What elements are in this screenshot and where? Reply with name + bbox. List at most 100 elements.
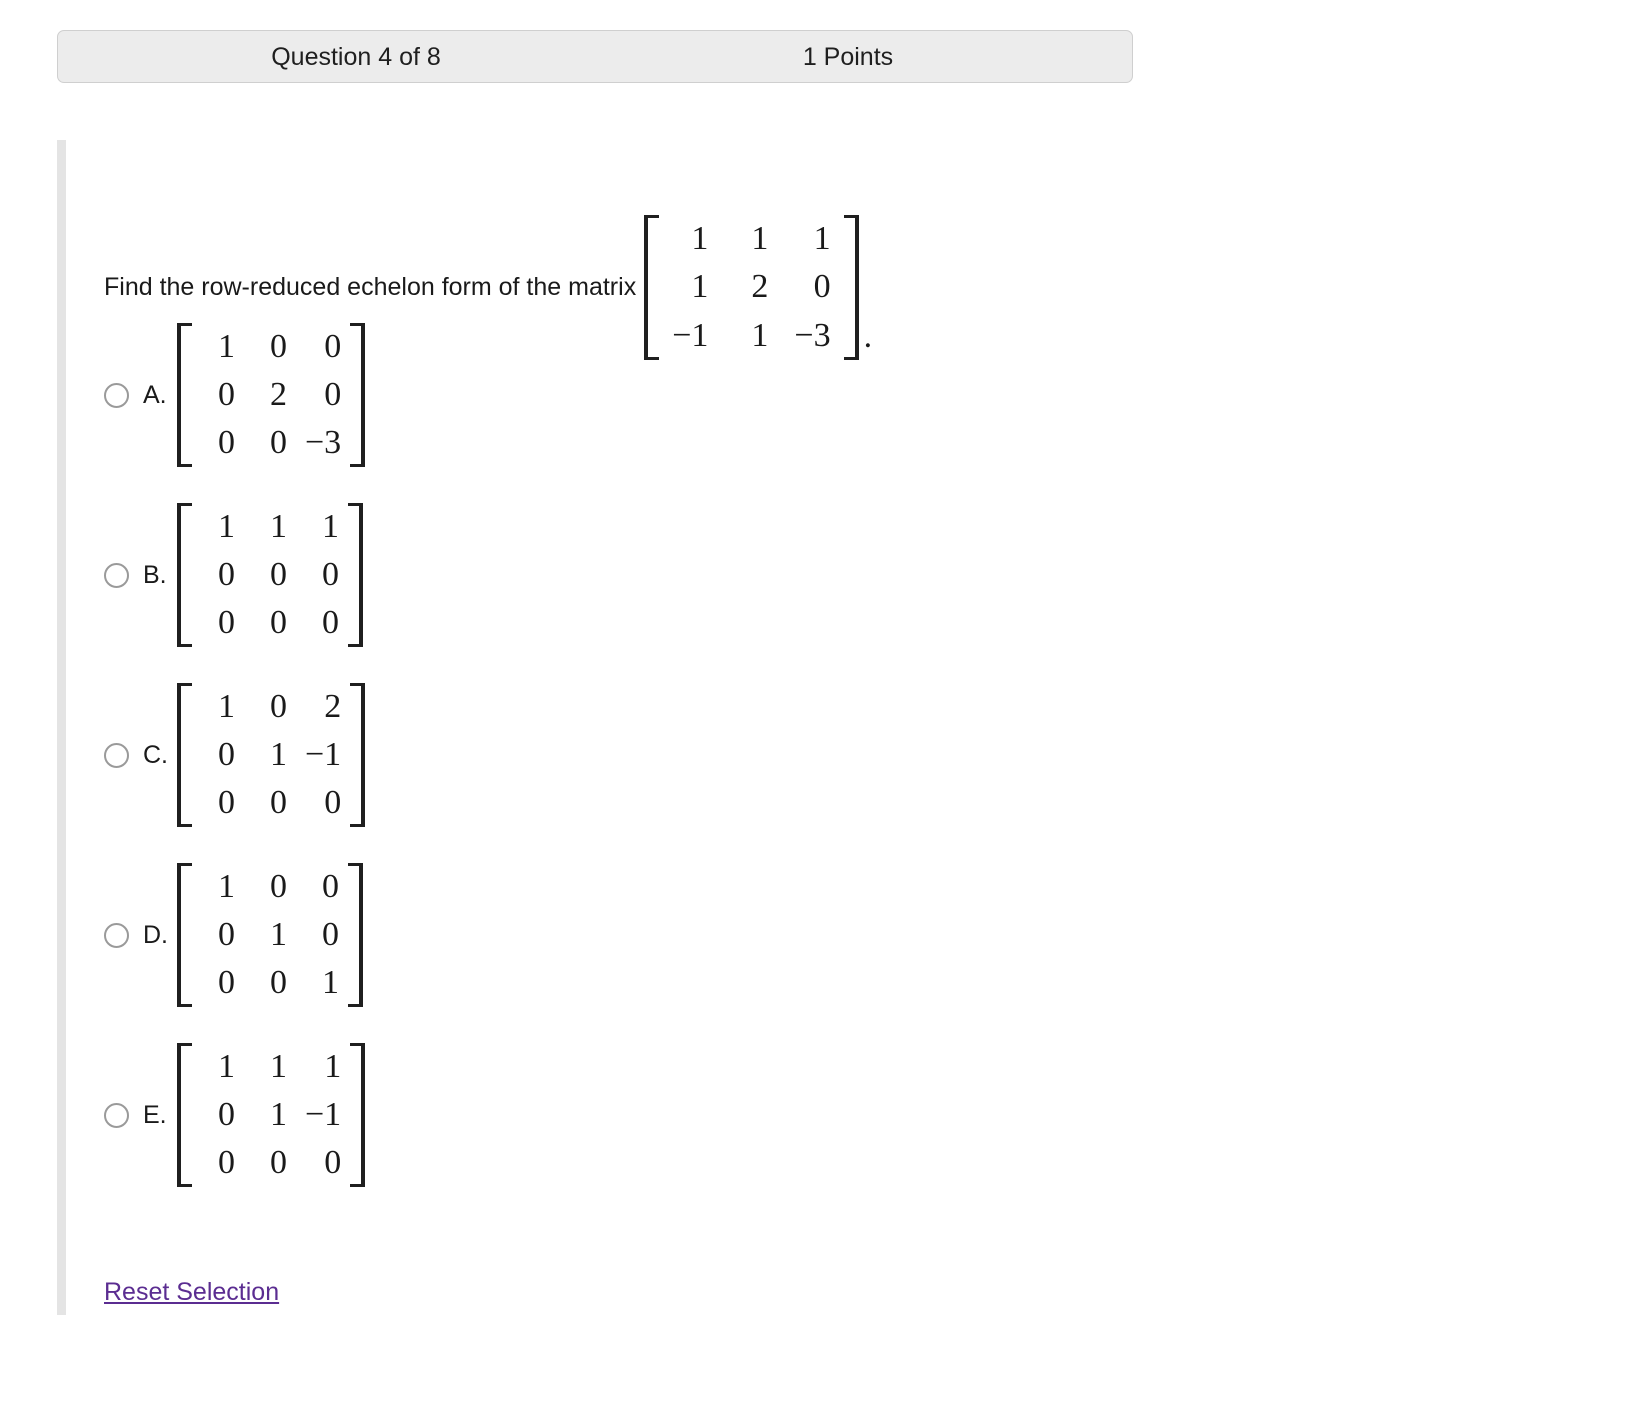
matrix-cell: 0: [270, 964, 287, 1002]
matrix-cell: 1: [691, 220, 709, 257]
matrix-row: 0 2 0: [192, 371, 350, 419]
matrix-cell: 1: [218, 687, 235, 725]
matrix-row: 1 0 0: [192, 863, 348, 911]
matrix-cell: 1: [324, 1047, 342, 1085]
question-header-bar: Question 4 of 8 1 Points: [57, 30, 1133, 83]
matrix-cell: −3: [305, 424, 342, 462]
matrix-cell: 0: [218, 964, 235, 1002]
matrix-cell: 0: [270, 604, 287, 642]
matrix-cell: 0: [322, 604, 339, 642]
option-matrix-b: 1 1 1 0 0 0 0 0 0: [177, 502, 363, 648]
matrix-bracket-left-icon: [177, 1042, 192, 1188]
matrix-bracket-right-icon: [350, 1042, 366, 1188]
matrix-cell: 0: [218, 1144, 235, 1182]
matrix-cell: 0: [218, 915, 235, 953]
matrix-cell: 0: [218, 1095, 235, 1133]
option-matrix-d: 1 0 0 0 1 0 0 0 1: [177, 862, 363, 1008]
matrix-row: 1 1 1: [659, 215, 843, 263]
matrix-cell: −1: [305, 1095, 342, 1133]
matrix-row: 0 0 0: [192, 779, 350, 827]
matrix-row: 1 0 0: [192, 323, 350, 371]
matrix-cell: 0: [324, 1144, 342, 1182]
matrix-cell: 1: [218, 507, 235, 545]
matrix-bracket-right-icon: [350, 322, 366, 468]
question-stem-text: Find the row-reduced echelon form of the…: [104, 273, 637, 302]
answer-option-b[interactable]: B. 1 1 1 0 0 0 0 0 0: [104, 485, 804, 665]
matrix-body: 1 1 1 0 0 0 0 0 0: [192, 503, 348, 648]
matrix-cell: 0: [218, 784, 235, 822]
radio-button-e[interactable]: [104, 1102, 129, 1128]
option-letter-b: B.: [143, 560, 167, 589]
radio-button-b[interactable]: [104, 562, 129, 588]
answer-option-c[interactable]: C. 1 0 2 0 1 −1 0 0 0: [104, 665, 804, 845]
radio-button-d[interactable]: [104, 922, 129, 948]
matrix-cell: 1: [813, 220, 831, 257]
option-letter-c: C.: [143, 740, 168, 769]
answer-options-list: A. 1 0 0 0 2 0 0 0 −3 B. 1 1 1 0 0 0 0 0…: [104, 305, 804, 1205]
matrix-cell: 1: [270, 1095, 287, 1133]
matrix-cell: 1: [322, 507, 339, 545]
matrix-cell: 0: [270, 867, 287, 905]
matrix-row: 0 1 0: [192, 911, 348, 959]
matrix-cell: 0: [270, 1144, 287, 1182]
matrix-cell: 0: [218, 555, 235, 593]
matrix-cell: 1: [218, 867, 235, 905]
matrix-row: 1 1 1: [192, 503, 348, 551]
matrix-cell: 1: [270, 507, 287, 545]
matrix-cell: 0: [218, 375, 235, 413]
answer-option-e[interactable]: E. 1 1 1 0 1 −1 0 0 0: [104, 1025, 804, 1205]
radio-button-a[interactable]: [104, 382, 129, 408]
matrix-cell: 0: [322, 915, 339, 953]
option-matrix-e: 1 1 1 0 1 −1 0 0 0: [177, 1042, 366, 1188]
matrix-cell: 0: [324, 327, 342, 365]
matrix-cell: 0: [270, 424, 287, 462]
matrix-row: 0 0 1: [192, 959, 348, 1007]
question-points: 1 Points: [802, 43, 894, 71]
matrix-cell: 0: [270, 687, 287, 725]
matrix-bracket-left-icon: [177, 502, 192, 648]
matrix-row: 0 0 −3: [192, 419, 350, 467]
option-letter-e: E.: [143, 1100, 167, 1129]
option-matrix-a: 1 0 0 0 2 0 0 0 −3: [177, 322, 366, 468]
option-matrix-c: 1 0 2 0 1 −1 0 0 0: [177, 682, 366, 828]
matrix-body: 1 1 1 0 1 −1 0 0 0: [192, 1043, 350, 1188]
matrix-bracket-left-icon: [177, 322, 192, 468]
question-counter: Question 4 of 8: [271, 43, 441, 71]
matrix-bracket-left-icon: [177, 682, 192, 828]
radio-button-c[interactable]: [104, 742, 129, 768]
matrix-cell: 1: [270, 1047, 287, 1085]
matrix-body: 1 0 0 0 1 0 0 0 1: [192, 863, 348, 1008]
answer-option-a[interactable]: A. 1 0 0 0 2 0 0 0 −3: [104, 305, 804, 485]
matrix-body: 1 0 2 0 1 −1 0 0 0: [192, 683, 350, 828]
answer-option-d[interactable]: D. 1 0 0 0 1 0 0 0 1: [104, 845, 804, 1025]
matrix-cell: 2: [270, 375, 287, 413]
matrix-cell: 0: [324, 375, 342, 413]
option-letter-d: D.: [143, 920, 168, 949]
matrix-cell: 0: [218, 424, 235, 462]
matrix-cell: 0: [322, 555, 339, 593]
reset-selection-link[interactable]: Reset Selection: [104, 1278, 279, 1307]
matrix-body: 1 0 0 0 2 0 0 0 −3: [192, 323, 350, 468]
matrix-row: 1 1 1: [192, 1043, 350, 1091]
matrix-cell: 0: [270, 784, 287, 822]
matrix-cell: 0: [322, 867, 339, 905]
matrix-row: 1 0 2: [192, 683, 350, 731]
matrix-cell: −1: [305, 735, 342, 773]
matrix-row: 0 0 0: [192, 1139, 350, 1187]
matrix-bracket-right-icon: [348, 862, 363, 1008]
matrix-row: 0 0 0: [192, 599, 348, 647]
question-stem-period: .: [863, 317, 873, 355]
matrix-cell: 0: [324, 784, 342, 822]
matrix-bracket-right-icon: [843, 215, 859, 360]
matrix-bracket-right-icon: [350, 682, 366, 828]
matrix-cell: 0: [218, 604, 235, 642]
matrix-cell: 1: [322, 964, 339, 1002]
matrix-cell: 1: [270, 915, 287, 953]
matrix-cell: 1: [270, 735, 287, 773]
matrix-row: 0 1 −1: [192, 731, 350, 779]
matrix-cell: 0: [218, 735, 235, 773]
matrix-cell: 1: [218, 327, 235, 365]
matrix-cell: 1: [751, 220, 769, 257]
matrix-row: 0 1 −1: [192, 1091, 350, 1139]
option-letter-a: A.: [143, 380, 167, 409]
